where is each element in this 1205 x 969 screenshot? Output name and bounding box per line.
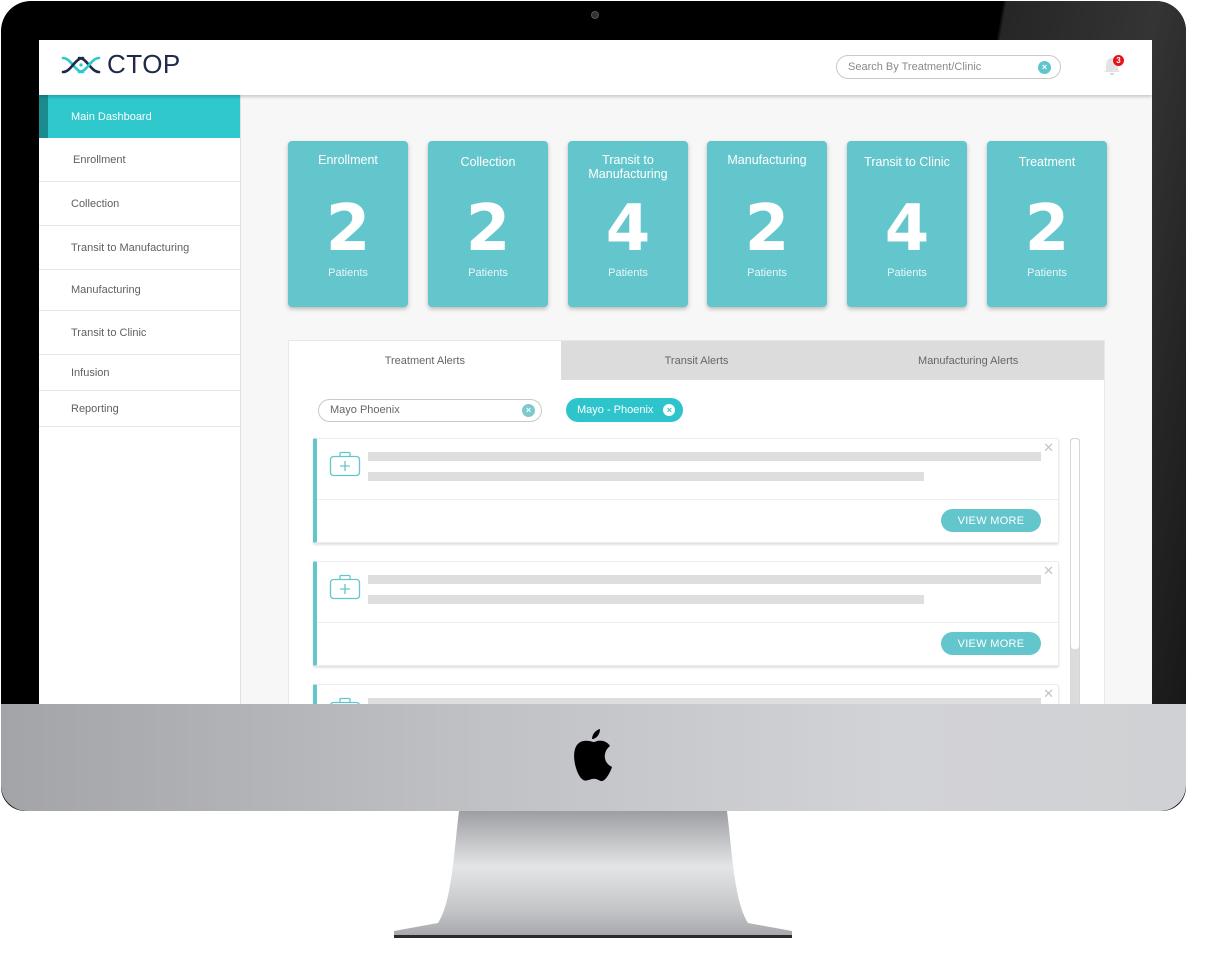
brand-name: CTOP bbox=[107, 49, 181, 79]
search-box[interactable]: × bbox=[836, 55, 1061, 79]
medical-kit-icon bbox=[330, 697, 360, 704]
tab-treatment-alerts[interactable]: Treatment Alerts bbox=[289, 341, 561, 380]
monitor-stand bbox=[394, 811, 792, 938]
card-title: Manufacturing bbox=[727, 153, 807, 167]
card-unit: Patients bbox=[608, 267, 648, 279]
dna-logo-icon bbox=[61, 56, 101, 73]
placeholder-line bbox=[368, 472, 924, 481]
stat-card-transit-to-manufacturing[interactable]: Transit to Manufacturing 4 Patients bbox=[568, 141, 688, 307]
medical-kit-icon bbox=[329, 451, 361, 477]
close-icon[interactable]: ✕ bbox=[1043, 564, 1054, 578]
medical-kit-icon bbox=[329, 574, 361, 600]
filter-row: × Mayo - Phoenix × bbox=[318, 398, 684, 422]
clinic-filter-input[interactable] bbox=[330, 404, 510, 416]
divider bbox=[317, 499, 1058, 500]
camera-icon bbox=[591, 11, 599, 19]
card-unit: Patients bbox=[468, 267, 508, 279]
alerts-panel: Treatment Alerts Transit Alerts Manufact… bbox=[288, 340, 1105, 704]
card-count: 4 bbox=[605, 192, 651, 266]
card-title: Enrollment bbox=[318, 153, 378, 167]
alert-card: ✕ VIEW MORE bbox=[313, 684, 1059, 704]
stat-card-manufacturing[interactable]: Manufacturing 2 Patients bbox=[707, 141, 827, 307]
placeholder-line bbox=[368, 575, 1041, 584]
divider bbox=[317, 622, 1058, 623]
sidebar-item-transit-to-clinic[interactable]: Transit to Clinic bbox=[39, 311, 240, 355]
card-count: 2 bbox=[1024, 192, 1070, 266]
card-count: 2 bbox=[465, 192, 511, 266]
card-unit: Patients bbox=[887, 267, 927, 279]
sidebar-item-main-dashboard[interactable]: Main Dashboard bbox=[39, 95, 240, 138]
card-unit: Patients bbox=[1027, 267, 1067, 279]
alert-card: ✕ VIEW MORE bbox=[313, 438, 1059, 543]
logo[interactable]: CTOP bbox=[61, 49, 181, 80]
clear-filter-icon[interactable]: × bbox=[522, 403, 535, 417]
view-more-button[interactable]: VIEW MORE bbox=[941, 632, 1041, 655]
apple-logo-icon bbox=[574, 729, 612, 782]
sidebar-item-collection[interactable]: Collection bbox=[39, 182, 240, 226]
sidebar: Main Dashboard Enrollment Collection Tra… bbox=[39, 95, 241, 704]
card-title: Treatment bbox=[1018, 155, 1076, 169]
clear-search-icon[interactable]: × bbox=[1038, 61, 1051, 74]
stat-card-enrollment[interactable]: Enrollment 2 Patients bbox=[288, 141, 408, 307]
tab-manufacturing-alerts[interactable]: Manufacturing Alerts bbox=[832, 341, 1105, 380]
filter-chip[interactable]: Mayo - Phoenix × bbox=[566, 398, 684, 422]
view-more-button[interactable]: VIEW MORE bbox=[941, 509, 1041, 532]
sidebar-item-infusion[interactable]: Infusion bbox=[39, 355, 240, 391]
scroll-thumb[interactable] bbox=[1071, 439, 1079, 649]
sidebar-item-enrollment[interactable]: Enrollment bbox=[39, 138, 240, 182]
placeholder-line bbox=[368, 452, 1041, 461]
remove-chip-icon[interactable]: × bbox=[663, 404, 676, 416]
notification-badge: 3 bbox=[1113, 55, 1124, 66]
card-unit: Patients bbox=[747, 267, 787, 279]
tab-transit-alerts[interactable]: Transit Alerts bbox=[560, 341, 833, 380]
card-count: 2 bbox=[744, 192, 790, 266]
card-count: 4 bbox=[884, 192, 930, 266]
alert-list: ✕ VIEW MORE ✕ VIEW MORE ✕ bbox=[313, 438, 1061, 704]
sidebar-item-reporting[interactable]: Reporting bbox=[39, 391, 240, 427]
sidebar-item-transit-to-manufacturing[interactable]: Transit to Manufacturing bbox=[39, 226, 240, 270]
close-icon[interactable]: ✕ bbox=[1043, 687, 1054, 701]
alert-tabs: Treatment Alerts Transit Alerts Manufact… bbox=[289, 341, 1105, 380]
alert-list-scrollbar[interactable] bbox=[1070, 438, 1080, 704]
card-title: Transit to Clinic bbox=[864, 155, 950, 169]
chip-label: Mayo - Phoenix bbox=[577, 404, 654, 416]
search-input[interactable] bbox=[848, 61, 1028, 73]
top-bar: CTOP × 3 bbox=[39, 40, 1152, 95]
card-unit: Patients bbox=[328, 267, 368, 279]
card-title: Collection bbox=[460, 155, 516, 169]
card-title: Transit to Manufacturing bbox=[588, 153, 668, 181]
clinic-filter[interactable]: × bbox=[318, 398, 542, 422]
stat-cards: Enrollment 2 Patients Collection 2 Patie… bbox=[288, 141, 1107, 307]
stat-card-treatment[interactable]: Treatment 2 Patients bbox=[987, 141, 1107, 307]
stat-card-transit-to-clinic[interactable]: Transit to Clinic 4 Patients bbox=[847, 141, 967, 307]
card-count: 2 bbox=[325, 192, 371, 266]
imac-mockup: CTOP × 3 Main Dashboard Enrollment Colle… bbox=[0, 0, 1205, 969]
placeholder-line bbox=[368, 595, 924, 604]
close-icon[interactable]: ✕ bbox=[1043, 441, 1054, 455]
screen: CTOP × 3 Main Dashboard Enrollment Colle… bbox=[39, 40, 1152, 704]
alert-card: ✕ VIEW MORE bbox=[313, 561, 1059, 666]
stat-card-collection[interactable]: Collection 2 Patients bbox=[428, 141, 548, 307]
sidebar-item-manufacturing[interactable]: Manufacturing bbox=[39, 270, 240, 311]
